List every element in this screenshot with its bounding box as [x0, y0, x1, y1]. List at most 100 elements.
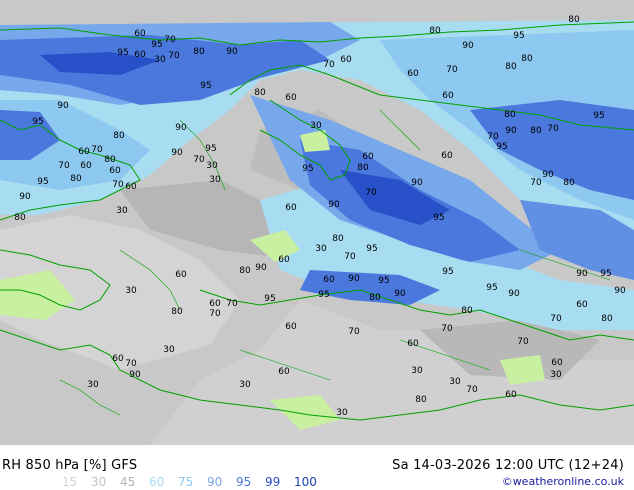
- contour-label: 70: [547, 124, 559, 134]
- contour-label: 70: [209, 309, 221, 319]
- contour-label: 80: [521, 54, 533, 64]
- contour-label: 70: [164, 35, 176, 45]
- contour-label: 80: [601, 314, 613, 324]
- contour-label: 95: [378, 276, 389, 286]
- contour-label: 30: [336, 408, 348, 418]
- contour-label: 80: [357, 163, 369, 173]
- contour-label: 70: [168, 51, 180, 61]
- legend-item-100: 100: [294, 475, 317, 489]
- contour-label: 60: [209, 299, 221, 309]
- contour-label: 30: [116, 206, 128, 216]
- contour-label: 70: [348, 327, 360, 337]
- contour-label: 90: [57, 101, 69, 111]
- contour-label: 60: [175, 270, 187, 280]
- contour-label: 95: [593, 111, 604, 121]
- contour-label: 80: [254, 88, 266, 98]
- map-footer: RH 850 hPa [%] GFS Sa 14-03-2026 12:00 U…: [0, 445, 634, 490]
- legend-item-30: 30: [91, 475, 107, 489]
- contour-label: 30: [209, 175, 221, 185]
- contour-label: 95: [32, 117, 43, 127]
- contour-label: 60: [109, 166, 121, 176]
- legend-item-15: 15: [62, 475, 78, 489]
- contour-label: 30: [315, 244, 327, 254]
- contour-label: 80: [193, 47, 205, 57]
- contour-label: 60: [134, 50, 146, 60]
- contour-label: 70: [517, 337, 529, 347]
- rh-map-svg: 60709595 60 30 70 80 90809095808080607060 7095…: [0, 0, 634, 445]
- contour-label: 70: [112, 180, 124, 190]
- contour-label: 90: [542, 170, 554, 180]
- contour-label: 70: [487, 132, 499, 142]
- contour-label: 30: [163, 345, 175, 355]
- contour-label: 60: [323, 275, 335, 285]
- contour-label: 90: [348, 274, 360, 284]
- contour-label: 95: [318, 290, 329, 300]
- contour-label: 60: [340, 55, 352, 65]
- contour-label: 60: [80, 161, 92, 171]
- contour-label: 80: [332, 234, 344, 244]
- contour-label: 30: [310, 121, 322, 131]
- contour-label: 90: [226, 47, 238, 57]
- contour-label: 80: [505, 62, 517, 72]
- contour-label: 90: [508, 289, 520, 299]
- valid-datetime: Sa 14-03-2026 12:00 UTC (12+24): [392, 458, 624, 473]
- contour-label: 70: [441, 324, 453, 334]
- contour-label: 80: [171, 307, 183, 317]
- rh-map: 60 70 95 95 60 30 70 80 90 80 90 95 80 80 80 60 70 60 70 95…: [0, 0, 634, 445]
- contour-label: 60: [78, 147, 90, 157]
- contour-label: 60: [442, 91, 454, 101]
- contour-label: 60: [278, 255, 290, 265]
- contour-label: 30: [239, 380, 251, 390]
- contour-label: 30: [206, 161, 218, 171]
- contour-label: 60: [278, 367, 290, 377]
- contour-label: 80: [104, 155, 116, 165]
- contour-label: 30: [125, 286, 137, 296]
- contour-label: 95: [442, 267, 453, 277]
- contour-label: 80: [504, 110, 516, 120]
- contour-label: 90: [129, 370, 141, 380]
- contour-label: 60: [125, 182, 137, 192]
- contour-label: 95: [117, 48, 128, 58]
- credit-link[interactable]: ©weatheronline.co.uk: [502, 475, 624, 488]
- legend-item-99: 99: [265, 475, 281, 489]
- contour-label: 90: [505, 126, 517, 136]
- legend-item-60: 60: [149, 475, 165, 489]
- contour-label: 70: [466, 385, 478, 395]
- legend-item-45: 45: [120, 475, 136, 489]
- contour-label: 60: [134, 29, 146, 39]
- contour-label: 60: [285, 322, 297, 332]
- contour-label: 90: [614, 286, 626, 296]
- contour-label: 70: [193, 155, 205, 165]
- legend-item-75: 75: [178, 475, 194, 489]
- contour-label: 80: [530, 126, 542, 136]
- contour-label: 95: [37, 177, 48, 187]
- contour-label: 90: [255, 263, 267, 273]
- contour-label: 70: [91, 145, 103, 155]
- contour-label: 95: [496, 142, 507, 152]
- contour-label: 95: [513, 31, 524, 41]
- contour-label: 95: [205, 144, 216, 154]
- contour-label: 60: [285, 203, 297, 213]
- contour-label: 60: [407, 339, 419, 349]
- contour-label: 60: [576, 300, 588, 310]
- contour-label: 70: [58, 161, 70, 171]
- contour-label: 70: [323, 60, 335, 70]
- contour-label: 70: [226, 299, 238, 309]
- contour-label: 80: [14, 213, 26, 223]
- contour-label: 80: [369, 293, 381, 303]
- contour-label: 90: [171, 148, 183, 158]
- contour-label: 95: [600, 269, 611, 279]
- contour-label: 80: [568, 15, 580, 25]
- contour-label: 70: [530, 178, 542, 188]
- contour-label: 95: [302, 164, 313, 174]
- contour-label: 70: [446, 65, 458, 75]
- contour-label: 60: [441, 151, 453, 161]
- contour-label: 90: [411, 178, 423, 188]
- contour-label: 95: [264, 294, 275, 304]
- contour-label: 90: [175, 123, 187, 133]
- contour-label: 95: [433, 213, 444, 223]
- contour-label: 60: [551, 358, 563, 368]
- contour-label: 80: [239, 266, 251, 276]
- contour-label: 90: [462, 41, 474, 51]
- contour-label: 80: [429, 26, 441, 36]
